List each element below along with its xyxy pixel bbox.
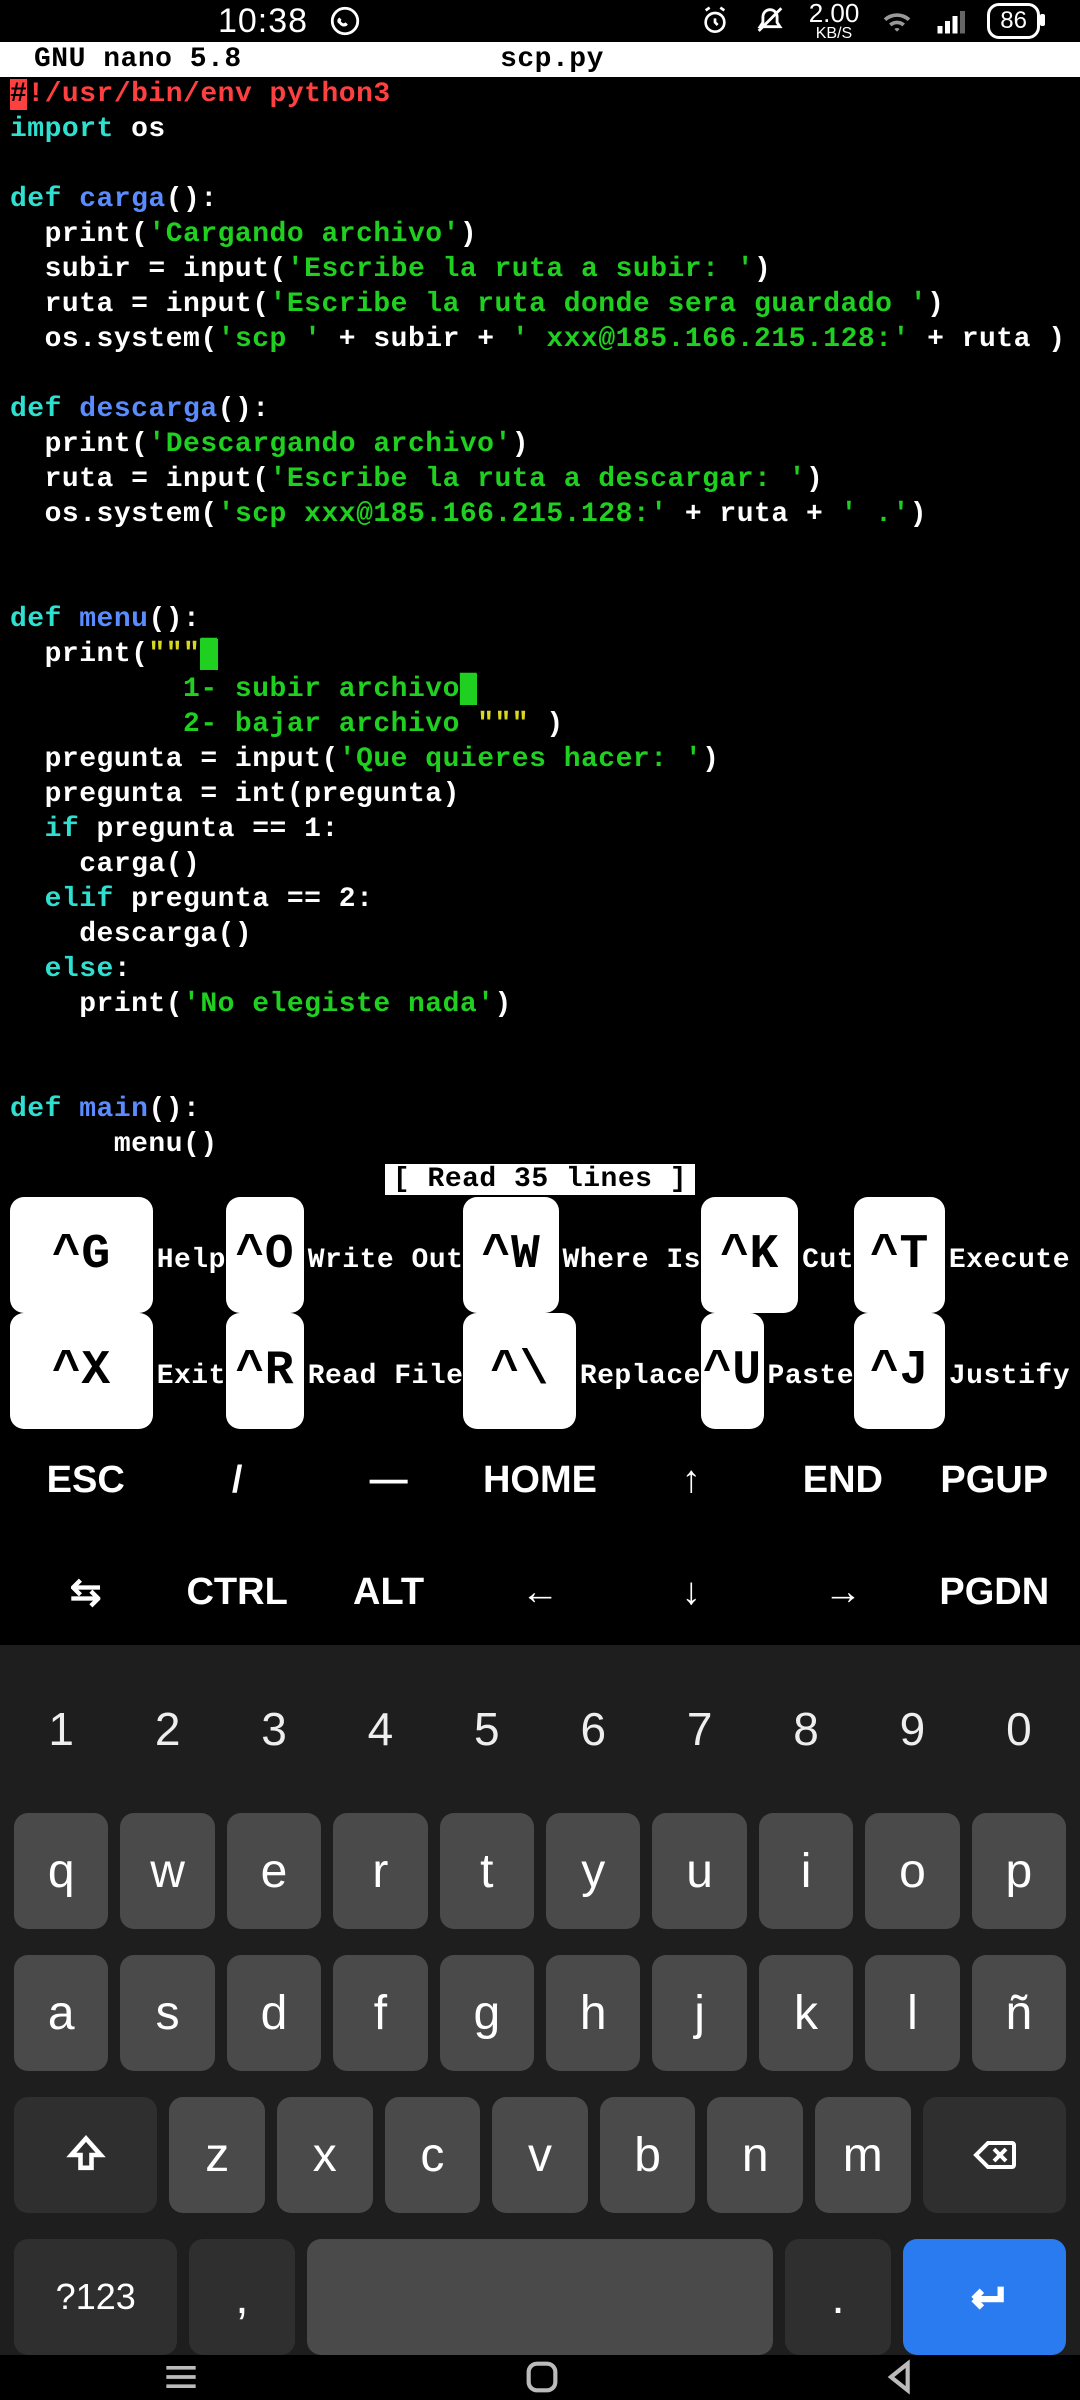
key-4[interactable]: 4 (333, 1671, 427, 1787)
extra-key-—[interactable]: — (313, 1447, 464, 1514)
shortcut-replace[interactable]: ^\ Replace (463, 1313, 701, 1429)
key-a[interactable]: a (14, 1955, 108, 2071)
key-j[interactable]: j (652, 1955, 746, 2071)
symbols-key[interactable]: ?123 (14, 2239, 177, 2355)
key-w[interactable]: w (120, 1813, 214, 1929)
key-3[interactable]: 3 (227, 1671, 321, 1787)
key-c[interactable]: c (385, 2097, 481, 2213)
key-r[interactable]: r (333, 1813, 427, 1929)
key-f[interactable]: f (333, 1955, 427, 2071)
key-i[interactable]: i (759, 1813, 853, 1929)
key-ñ[interactable]: ñ (972, 1955, 1066, 2071)
shortcut-justify[interactable]: ^J Justify (854, 1313, 1070, 1429)
key-p[interactable]: p (972, 1813, 1066, 1929)
key-o[interactable]: o (865, 1813, 959, 1929)
status-time: 10:38 (218, 2, 308, 41)
alarm-icon (699, 5, 731, 37)
extra-key-⇆[interactable]: ⇆ (10, 1558, 161, 1627)
keyboard-number-row: 1234567890 (0, 1671, 1080, 1787)
editor-status-message: [ Read 35 lines ] (0, 1162, 1080, 1197)
key-e[interactable]: e (227, 1813, 321, 1929)
editor-filename: scp.py (379, 42, 724, 77)
key-y[interactable]: y (546, 1813, 640, 1929)
shortcut-execute[interactable]: ^T Execute (854, 1197, 1070, 1313)
backspace-key[interactable] (923, 2097, 1066, 2213)
extra-key-↓[interactable]: ↓ (616, 1559, 767, 1626)
key-v[interactable]: v (492, 2097, 588, 2213)
editor-shortcuts: ^G Help^O Write Out^W Where Is^K Cut^T E… (0, 1197, 1080, 1429)
back-button[interactable] (881, 2357, 921, 2400)
key-8[interactable]: 8 (759, 1671, 853, 1787)
key-x[interactable]: x (277, 2097, 373, 2213)
space-key[interactable] (307, 2239, 774, 2355)
extra-key-pgup[interactable]: PGUP (919, 1447, 1070, 1514)
code-content[interactable]: #!/usr/bin/env python3 import os def car… (0, 77, 1080, 1162)
shift-key[interactable] (14, 2097, 157, 2213)
shortcut-read-file[interactable]: ^R Read File (226, 1313, 464, 1429)
status-bar: 10:38 2.00 KB/S 86 (0, 0, 1080, 42)
keyboard-row-1: qwertyuiop (0, 1813, 1080, 1929)
key-2[interactable]: 2 (120, 1671, 214, 1787)
key-z[interactable]: z (169, 2097, 265, 2213)
enter-key[interactable] (903, 2239, 1066, 2355)
key-g[interactable]: g (440, 1955, 534, 2071)
key-1[interactable]: 1 (14, 1671, 108, 1787)
extra-key-ctrl[interactable]: CTRL (161, 1559, 312, 1626)
comma-key[interactable]: , (189, 2239, 294, 2355)
extra-key-←[interactable]: ← (464, 1559, 615, 1626)
extra-keys-row: ESC/—HOME↑ENDPGUP ⇆CTRLALT←↓→PGDN (0, 1429, 1080, 1645)
navigation-bar (0, 2355, 1080, 2400)
key-t[interactable]: t (440, 1813, 534, 1929)
home-button[interactable] (522, 2357, 562, 2400)
shortcut-where-is[interactable]: ^W Where Is (463, 1197, 701, 1313)
recents-button[interactable] (159, 2355, 203, 2400)
shortcut-cut[interactable]: ^K Cut (701, 1197, 854, 1313)
shortcut-write-out[interactable]: ^O Write Out (226, 1197, 464, 1313)
wifi-icon (881, 5, 913, 37)
extra-key-↑[interactable]: ↑ (616, 1447, 767, 1514)
key-6[interactable]: 6 (546, 1671, 640, 1787)
key-h[interactable]: h (546, 1955, 640, 2071)
signal-icon (935, 6, 965, 36)
key-b[interactable]: b (600, 2097, 696, 2213)
key-0[interactable]: 0 (972, 1671, 1066, 1787)
shortcut-exit[interactable]: ^X Exit (10, 1313, 226, 1429)
editor-titlebar: GNU nano 5.8 scp.py (0, 42, 1080, 77)
key-m[interactable]: m (815, 2097, 911, 2213)
extra-key-end[interactable]: END (767, 1447, 918, 1514)
whatsapp-icon (328, 4, 362, 38)
key-7[interactable]: 7 (652, 1671, 746, 1787)
shortcut-help[interactable]: ^G Help (10, 1197, 226, 1313)
extra-key-/[interactable]: / (161, 1447, 312, 1514)
soft-keyboard: 1234567890 qwertyuiop asdfghjklñ zxcvbnm… (0, 1645, 1080, 2355)
key-n[interactable]: n (707, 2097, 803, 2213)
editor-app-name: GNU nano 5.8 (10, 42, 379, 77)
key-k[interactable]: k (759, 1955, 853, 2071)
key-d[interactable]: d (227, 1955, 321, 2071)
key-9[interactable]: 9 (865, 1671, 959, 1787)
keyboard-row-4: ?123 , . (0, 2239, 1080, 2355)
vibrate-icon (753, 4, 787, 38)
shortcut-paste[interactable]: ^U Paste (701, 1313, 854, 1429)
period-key[interactable]: . (785, 2239, 890, 2355)
extra-key-esc[interactable]: ESC (10, 1447, 161, 1514)
extra-key-→[interactable]: → (767, 1559, 918, 1626)
extra-key-alt[interactable]: ALT (313, 1559, 464, 1626)
extra-key-home[interactable]: HOME (464, 1447, 615, 1514)
nano-editor[interactable]: GNU nano 5.8 scp.py #!/usr/bin/env pytho… (0, 42, 1080, 1429)
key-5[interactable]: 5 (440, 1671, 534, 1787)
network-speed: 2.00 KB/S (809, 0, 860, 42)
keyboard-row-2: asdfghjklñ (0, 1955, 1080, 2071)
keyboard-row-3: zxcvbnm (0, 2097, 1080, 2213)
key-s[interactable]: s (120, 1955, 214, 2071)
key-l[interactable]: l (865, 1955, 959, 2071)
battery-indicator: 86 (987, 3, 1040, 39)
extra-key-pgdn[interactable]: PGDN (919, 1559, 1070, 1626)
key-q[interactable]: q (14, 1813, 108, 1929)
key-u[interactable]: u (652, 1813, 746, 1929)
